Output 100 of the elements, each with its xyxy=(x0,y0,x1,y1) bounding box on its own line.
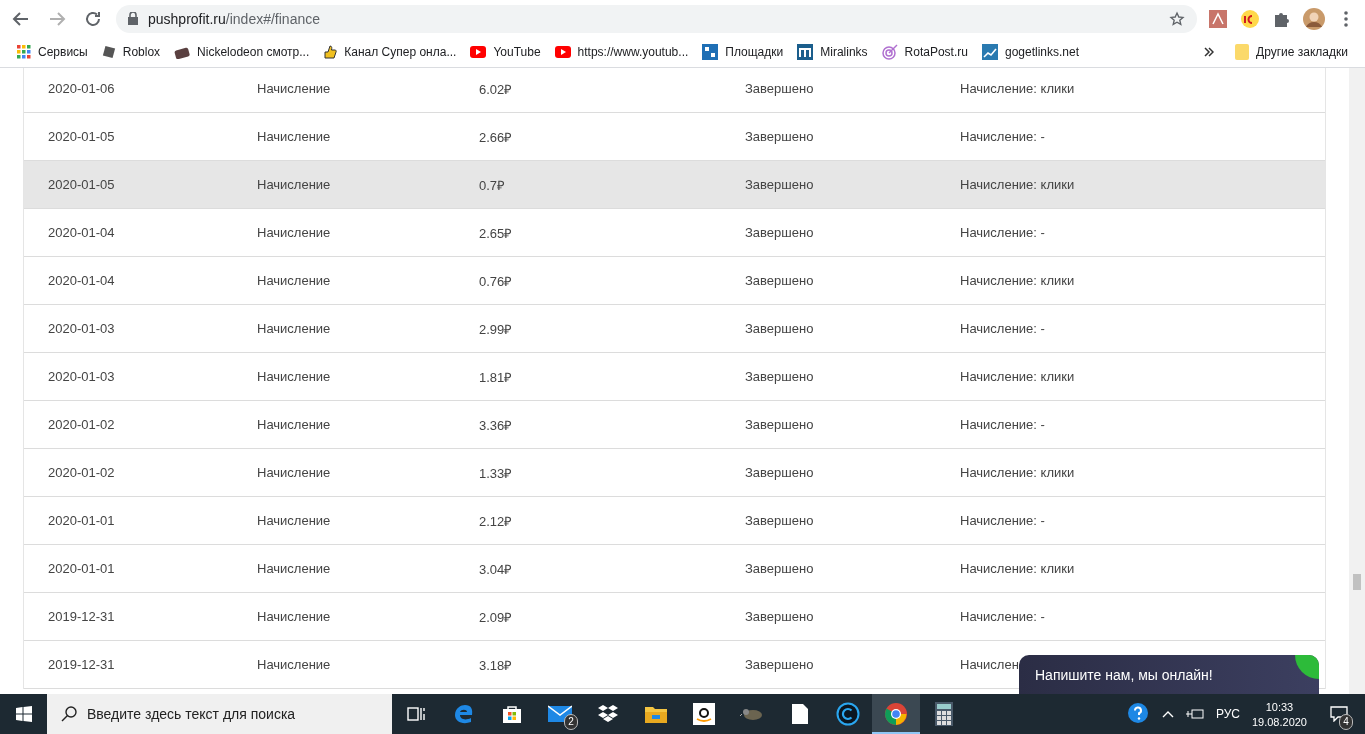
bookmark-link[interactable]: Канал Супер онла... xyxy=(316,44,464,60)
avatar[interactable] xyxy=(1303,7,1325,30)
thumbs-up-icon xyxy=(323,44,338,60)
language-indicator[interactable]: РУС xyxy=(1215,707,1240,721)
search-icon xyxy=(61,706,77,722)
scrollbar[interactable] xyxy=(1349,68,1365,694)
help-icon[interactable] xyxy=(1127,703,1150,725)
folder-icon xyxy=(1235,44,1250,60)
mail-count-badge: 2 xyxy=(564,714,578,730)
bookmark-link[interactable]: RotaPost.ru xyxy=(874,44,975,60)
type-cell: Начисление xyxy=(257,81,331,96)
status-cell: Завершено xyxy=(745,129,814,144)
forward-arrow-icon xyxy=(48,9,66,28)
date-cell: 2020-01-03 xyxy=(48,369,115,384)
amount-cell-text: 1.81₽ xyxy=(479,368,513,386)
task-view-icon xyxy=(407,706,425,722)
date-cell: 2019-12-31 xyxy=(48,657,115,672)
status-cell: Завершено xyxy=(745,177,814,192)
document-icon xyxy=(792,704,808,724)
date-cell: 2020-01-06 xyxy=(48,81,115,96)
type-cell: Начисление xyxy=(257,417,331,432)
time-text: 10:33 xyxy=(1265,700,1294,713)
status-cell: Завершено xyxy=(745,369,814,384)
bookmark-star-icon[interactable] xyxy=(1169,10,1185,27)
grid-logo-icon xyxy=(702,44,719,60)
status-cell: Завершено xyxy=(745,513,814,528)
type-cell: Начисление xyxy=(257,177,331,192)
power-plug-icon[interactable] xyxy=(1185,708,1204,720)
type-cell: Начисление xyxy=(257,609,331,624)
type-cell: Начисление xyxy=(257,273,331,288)
taskbar-app-button[interactable]: 2 xyxy=(536,694,584,734)
date-cell: 2020-01-01 xyxy=(48,513,115,528)
dropbox-logo-icon xyxy=(597,704,619,724)
bookmarks-folder[interactable]: Другие закладки xyxy=(1228,44,1355,60)
more-menu-icon[interactable] xyxy=(1344,10,1348,27)
note-cell: Начисление: клики xyxy=(960,465,1075,480)
status-indicator-icon xyxy=(1295,655,1319,679)
trend-chart-icon xyxy=(981,44,998,60)
status-cell: Завершено xyxy=(745,561,814,576)
e-logo-icon xyxy=(453,703,475,725)
type-cell: Начисление xyxy=(257,321,331,336)
chat-text: Напишите нам, мы онлайн! xyxy=(1035,667,1213,683)
bookmark-link[interactable]: Площадки xyxy=(695,44,791,60)
status-cell: Завершено xyxy=(745,609,814,624)
date-text: 19.08.2020 xyxy=(1251,715,1307,728)
envelope-icon xyxy=(548,705,572,723)
pdf-extension-icon[interactable] xyxy=(1209,9,1227,28)
apps-grid-icon xyxy=(17,45,31,59)
type-cell: Начисление xyxy=(257,369,331,384)
creature-icon xyxy=(740,706,764,722)
chevrons-icon[interactable] xyxy=(1204,47,1215,57)
play-icon xyxy=(470,46,487,58)
type-cell: Начисление xyxy=(257,465,331,480)
bookmark-link[interactable]: Nickelodeon смотр... xyxy=(167,45,317,59)
chrome-logo-icon xyxy=(884,702,908,726)
c-logo-icon xyxy=(836,702,860,726)
calculator-icon xyxy=(935,702,953,726)
amount-cell-text: 6.02₽ xyxy=(479,80,513,98)
bookmark-link[interactable]: https://www.youtub... xyxy=(547,45,696,59)
note-cell: Начисление: - xyxy=(960,513,1045,528)
scrollbar-thumb[interactable] xyxy=(1353,574,1361,590)
bookmark-link[interactable]: Roblox xyxy=(94,45,168,59)
1c-extension-icon[interactable] xyxy=(1240,8,1260,29)
address-bar[interactable]: pushprofit.ru/index#/finance xyxy=(116,4,1197,33)
amount-cell-text: 3.18₽ xyxy=(479,656,513,674)
amount-cell-text: 2.99₽ xyxy=(479,320,513,338)
clock[interactable]: 10:33 19.08.2020 xyxy=(1251,700,1307,728)
note-cell: Начисление: - xyxy=(960,129,1045,144)
note-cell: Начисление: - xyxy=(960,417,1045,432)
target-icon xyxy=(881,44,898,60)
type-cell: Начисление xyxy=(257,225,331,240)
date-cell: 2020-01-02 xyxy=(48,417,115,432)
status-cell: Завершено xyxy=(745,273,814,288)
type-cell: Начисление xyxy=(257,513,331,528)
amount-cell-text: 3.04₽ xyxy=(479,560,513,578)
bookmark-link[interactable]: gogetlinks.net xyxy=(974,44,1086,60)
taskbar-search-field[interactable]: Введите здесь текст для поиска xyxy=(47,694,392,734)
date-cell: 2020-01-04 xyxy=(48,225,115,240)
date-cell: 2019-12-31 xyxy=(48,609,115,624)
chevron-up-icon[interactable] xyxy=(1161,710,1174,718)
bookmark-link[interactable]: Miralinks xyxy=(790,44,875,60)
status-cell: Завершено xyxy=(745,321,814,336)
amount-cell-text: 0.76₽ xyxy=(479,272,513,290)
date-cell: 2020-01-05 xyxy=(48,129,115,144)
date-cell: 2020-01-03 xyxy=(48,321,115,336)
windows-logo-icon xyxy=(15,706,32,722)
notifications-button[interactable]: 4 xyxy=(1319,694,1359,734)
chat-widget[interactable]: Напишите нам, мы онлайн! xyxy=(1019,655,1319,694)
date-cell: 2020-01-05 xyxy=(48,177,115,192)
status-cell: Завершено xyxy=(745,417,814,432)
bookmark-link[interactable]: YouTube xyxy=(463,45,548,59)
shopping-bag-icon xyxy=(502,704,522,724)
amount-cell-text: 3.36₽ xyxy=(479,416,513,434)
status-cell: Завершено xyxy=(745,465,814,480)
note-cell: Начисление: клики xyxy=(960,273,1075,288)
status-cell: Завершено xyxy=(745,225,814,240)
bookmark-link[interactable]: Сервисы xyxy=(10,45,95,59)
table-row[interactable]: 2020-01-05 Начисление 0.7₽ Завершено Начисление: клики xyxy=(24,161,1325,209)
note-cell: Начисление: клики xyxy=(960,561,1075,576)
note-cell: Начисление: клики xyxy=(960,81,1075,96)
